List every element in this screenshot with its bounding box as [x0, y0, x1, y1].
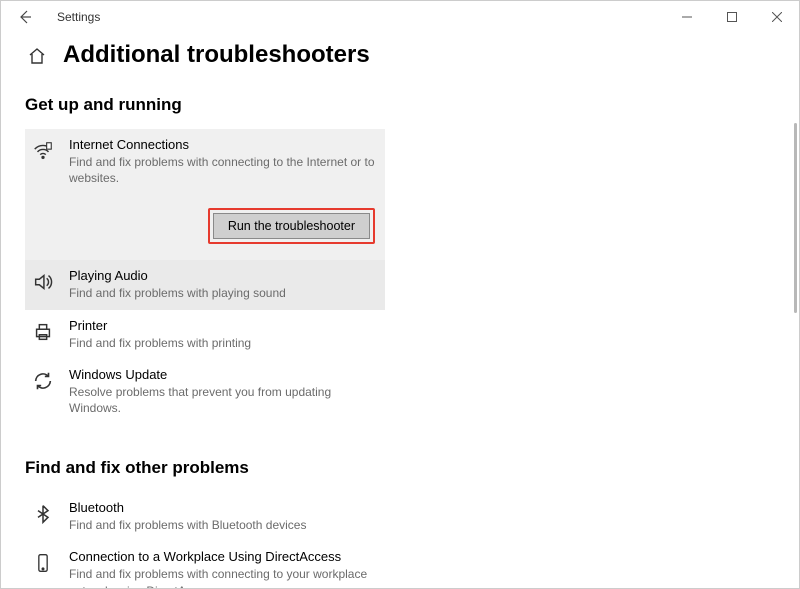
troubleshooter-internet-connections[interactable]: Internet Connections Find and fix proble… — [25, 129, 385, 260]
bluetooth-icon — [31, 502, 55, 526]
home-icon[interactable] — [25, 44, 49, 68]
troubleshooter-desc: Find and fix problems with playing sound — [69, 285, 379, 301]
run-button-highlight: Run the troubleshooter — [208, 208, 375, 244]
content-area: Additional troubleshooters Get up and ru… — [1, 33, 799, 588]
troubleshooter-title: Printer — [69, 318, 379, 333]
scrollbar[interactable] — [794, 123, 797, 313]
troubleshooter-playing-audio[interactable]: Playing Audio Find and fix problems with… — [25, 260, 385, 309]
troubleshooter-title: Bluetooth — [69, 500, 379, 515]
troubleshooter-list-other: Bluetooth Find and fix problems with Blu… — [25, 492, 385, 588]
troubleshooter-bluetooth[interactable]: Bluetooth Find and fix problems with Blu… — [25, 492, 385, 541]
refresh-icon — [31, 369, 55, 393]
section-title-other: Find and fix other problems — [25, 458, 775, 478]
troubleshooter-list-getup: Internet Connections Find and fix proble… — [25, 129, 385, 424]
run-troubleshooter-button[interactable]: Run the troubleshooter — [213, 213, 370, 239]
troubleshooter-desc: Resolve problems that prevent you from u… — [69, 384, 379, 416]
troubleshooter-title: Internet Connections — [69, 137, 379, 152]
minimize-icon — [682, 12, 692, 22]
troubleshooter-directaccess[interactable]: Connection to a Workplace Using DirectAc… — [25, 541, 385, 588]
back-arrow-icon — [17, 9, 33, 25]
maximize-button[interactable] — [709, 1, 754, 33]
close-icon — [772, 12, 782, 22]
section-title-getup: Get up and running — [25, 95, 775, 115]
troubleshooter-desc: Find and fix problems with connecting to… — [69, 154, 379, 186]
troubleshooter-title: Playing Audio — [69, 268, 379, 283]
phone-icon — [31, 551, 55, 575]
wifi-icon — [31, 139, 55, 163]
troubleshooter-title: Connection to a Workplace Using DirectAc… — [69, 549, 379, 564]
troubleshooter-desc: Find and fix problems with printing — [69, 335, 379, 351]
printer-icon — [31, 320, 55, 344]
page-title: Additional troubleshooters — [63, 41, 370, 69]
back-button[interactable] — [13, 5, 37, 29]
troubleshooter-printer[interactable]: Printer Find and fix problems with print… — [25, 310, 385, 359]
speaker-icon — [31, 270, 55, 294]
close-button[interactable] — [754, 1, 799, 33]
troubleshooter-desc: Find and fix problems with connecting to… — [69, 566, 379, 588]
maximize-icon — [727, 12, 737, 22]
page-header: Additional troubleshooters — [25, 41, 775, 69]
troubleshooter-desc: Find and fix problems with Bluetooth dev… — [69, 517, 379, 533]
window-controls — [664, 1, 799, 33]
troubleshooter-windows-update[interactable]: Windows Update Resolve problems that pre… — [25, 359, 385, 424]
minimize-button[interactable] — [664, 1, 709, 33]
troubleshooter-title: Windows Update — [69, 367, 379, 382]
titlebar: Settings — [1, 1, 799, 33]
window-title: Settings — [57, 10, 100, 24]
